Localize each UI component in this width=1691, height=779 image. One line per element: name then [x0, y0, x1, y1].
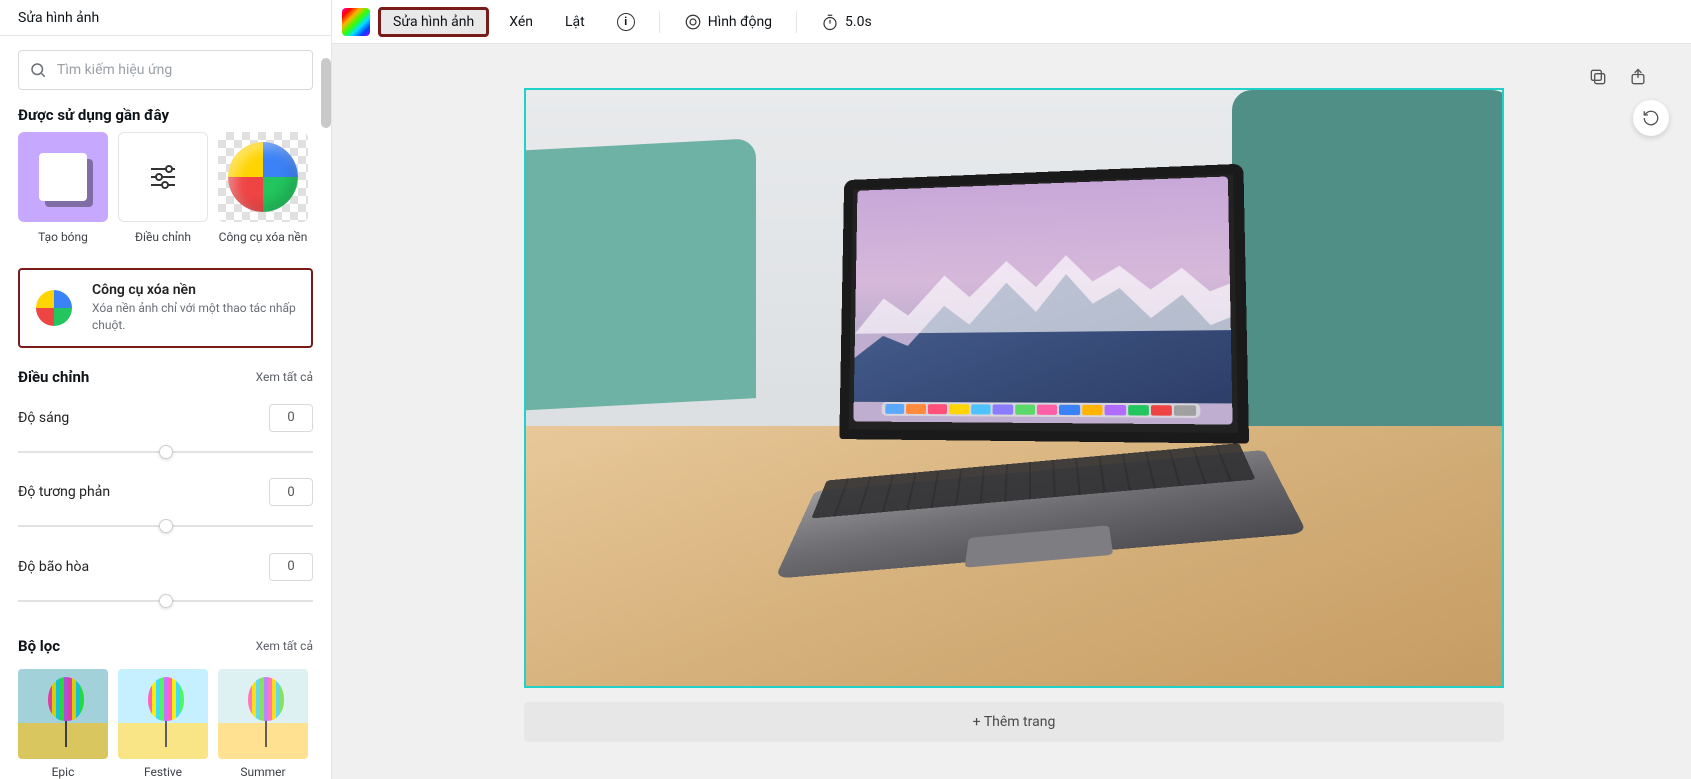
- recent-tile-adjust[interactable]: Điều chỉnh: [118, 132, 208, 244]
- bg-remover-card[interactable]: Công cụ xóa nền Xóa nền ảnh chỉ với một …: [18, 268, 313, 348]
- recent-tile-label: Tạo bóng: [38, 230, 88, 244]
- flip-button[interactable]: Lật: [553, 8, 597, 36]
- info-button[interactable]: i: [605, 7, 647, 37]
- adjust-see-all[interactable]: Xem tất cả: [256, 370, 313, 384]
- crop-button[interactable]: Xén: [497, 8, 545, 36]
- selected-image[interactable]: [526, 90, 1502, 686]
- recent-tile-label: Điều chỉnh: [135, 230, 191, 244]
- contrast-label: Độ tương phản: [18, 484, 110, 500]
- filter-tile-festive[interactable]: Festive: [118, 669, 208, 779]
- panel-title: Sửa hình ảnh: [0, 0, 331, 36]
- adjust-heading: Điều chỉnh: [18, 368, 89, 386]
- separator: [796, 11, 797, 33]
- canvas-area: + Thêm trang: [332, 44, 1691, 779]
- brightness-label: Độ sáng: [18, 410, 69, 426]
- share-page-button[interactable]: [1625, 64, 1651, 90]
- bg-remover-desc: Xóa nền ảnh chỉ với một thao tác nhấp ch…: [92, 300, 297, 334]
- filter-label: Epic: [52, 765, 75, 779]
- filter-label: Festive: [144, 765, 182, 779]
- stopwatch-icon: [821, 13, 839, 31]
- search-input[interactable]: [57, 62, 302, 78]
- search-icon: [29, 61, 47, 79]
- filter-label: Summer: [240, 765, 285, 779]
- top-toolbar: Sửa hình ảnh Xén Lật i Hình động 5.0s: [332, 0, 1691, 44]
- add-page-button[interactable]: + Thêm trang: [524, 702, 1504, 742]
- scrollbar[interactable]: [321, 58, 331, 128]
- sidebar: Sửa hình ảnh Được sử dụng gần đây Tạo bó…: [0, 0, 332, 779]
- refresh-icon: [1642, 109, 1660, 127]
- filters-heading: Bộ lọc: [18, 637, 60, 655]
- contrast-slider[interactable]: [18, 516, 313, 532]
- filter-tile-epic[interactable]: Epic: [18, 669, 108, 779]
- brightness-value[interactable]: 0: [269, 404, 313, 432]
- sliders-icon: [151, 168, 175, 186]
- recent-heading: Được sử dụng gần đây: [0, 100, 331, 132]
- animate-icon: [684, 13, 702, 31]
- contrast-value[interactable]: 0: [269, 478, 313, 506]
- saturation-label: Độ bão hòa: [18, 559, 89, 575]
- brightness-slider[interactable]: [18, 442, 313, 458]
- duration-button[interactable]: 5.0s: [809, 7, 884, 37]
- duplicate-page-button[interactable]: [1585, 64, 1611, 90]
- recent-tile-shadow[interactable]: Tạo bóng: [18, 132, 108, 244]
- info-icon: i: [617, 13, 635, 31]
- canvas-stage[interactable]: [524, 88, 1504, 688]
- bg-remover-title: Công cụ xóa nền: [92, 282, 297, 298]
- separator: [659, 11, 660, 33]
- refresh-button[interactable]: [1633, 100, 1669, 136]
- filter-tile-summer[interactable]: Summer: [218, 669, 308, 779]
- color-swatch[interactable]: [342, 8, 370, 36]
- filters-see-all[interactable]: Xem tất cả: [256, 639, 313, 653]
- beachball-icon: [34, 286, 78, 330]
- search-input-wrap[interactable]: [18, 50, 313, 90]
- saturation-slider[interactable]: [18, 591, 313, 607]
- recent-tile-label: Công cụ xóa nền: [219, 230, 308, 244]
- recent-tile-bgremove[interactable]: Công cụ xóa nền: [218, 132, 308, 244]
- animate-button[interactable]: Hình động: [672, 7, 784, 37]
- saturation-value[interactable]: 0: [269, 553, 313, 581]
- edit-image-button[interactable]: Sửa hình ảnh: [378, 7, 489, 37]
